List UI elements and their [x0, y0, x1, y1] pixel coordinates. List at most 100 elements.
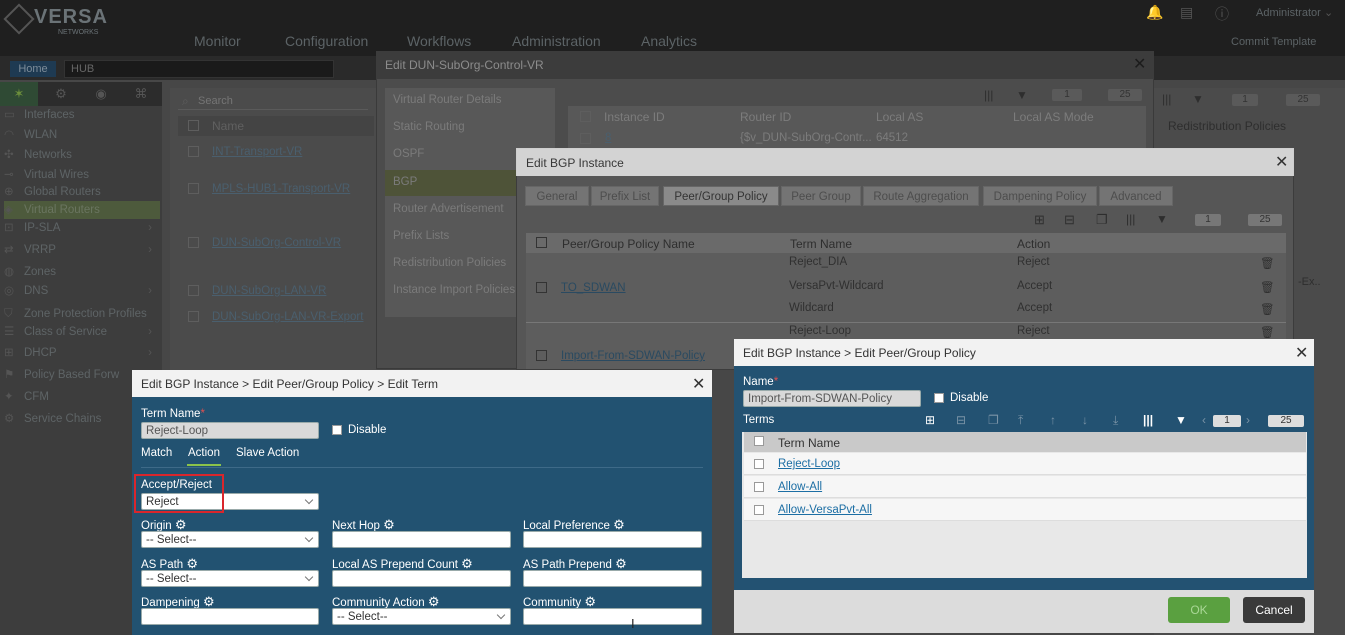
settings-tab-icon[interactable]: ⚙ — [42, 82, 80, 106]
vr-menu-router-advertisement[interactable]: Router Advertisement — [393, 203, 504, 215]
page-number[interactable]: 1 — [1195, 214, 1221, 226]
sidebar-item-ip-sla[interactable]: ⊡ IP-SLA › — [4, 219, 160, 237]
dampening-input[interactable] — [141, 608, 319, 625]
page-size[interactable]: 25 — [1286, 94, 1320, 106]
vr-menu-details[interactable]: Virtual Router Details — [393, 94, 501, 106]
gear-icon[interactable]: ⚙ — [615, 556, 627, 571]
row-checkbox[interactable] — [754, 505, 764, 515]
sidebar-item-virtual-wires[interactable]: ⊸ Virtual Wires — [4, 166, 160, 184]
tab-match[interactable]: Match — [141, 447, 172, 459]
row-checkbox[interactable] — [754, 482, 764, 492]
tab-general[interactable]: General — [525, 186, 589, 206]
select-all-checkbox[interactable] — [580, 111, 591, 122]
sidebar-item-zone-protection[interactable]: ⛉ Zone Protection Profiles — [4, 305, 160, 323]
tab-peer-group[interactable]: Peer Group — [781, 186, 861, 206]
org-select[interactable]: HUB — [64, 60, 334, 78]
objects-tab-icon[interactable]: ◉ — [82, 82, 120, 106]
tab-peer-group-policy[interactable]: Peer/Group Policy — [663, 186, 779, 206]
sidebar-item-global-routers[interactable]: ⊕ Global Routers — [4, 183, 160, 201]
row-checkbox[interactable] — [188, 237, 199, 248]
local-as-prepend-input[interactable] — [332, 570, 511, 587]
gear-icon[interactable]: ⚙ — [584, 594, 596, 609]
move-bottom-icon[interactable]: ⤓ — [1113, 413, 1118, 428]
move-top-icon[interactable]: ⤒ — [1018, 413, 1023, 428]
select-all-checkbox[interactable] — [536, 237, 547, 248]
local-pref-input[interactable] — [523, 531, 702, 548]
nav-analytics[interactable]: Analytics — [641, 33, 697, 49]
gear-icon[interactable]: ⚙ — [428, 594, 440, 609]
tab-dampening-policy[interactable]: Dampening Policy — [983, 186, 1097, 206]
delete-icon[interactable]: 🗑 — [1260, 302, 1275, 316]
policy-link[interactable]: Import-From-SDWAN-Policy — [561, 350, 705, 362]
gear-icon[interactable]: ⚙ — [186, 556, 198, 571]
tab-prefix-list[interactable]: Prefix List — [591, 186, 659, 206]
list-item[interactable]: DUN-SubOrg-Control-VR — [212, 237, 341, 249]
vr-menu-prefix-lists[interactable]: Prefix Lists — [393, 230, 449, 242]
row-checkbox[interactable] — [188, 311, 199, 322]
clone-icon[interactable]: ❐ — [1096, 212, 1108, 228]
list-item[interactable]: INT-Transport-VR — [212, 146, 302, 158]
row-checkbox[interactable] — [580, 133, 591, 144]
sidebar-item-virtual-routers[interactable]: ◈ Virtual Routers — [4, 201, 160, 219]
columns-icon[interactable]: ||| — [1126, 212, 1135, 226]
prev-page-icon[interactable]: ‹ — [1202, 413, 1206, 427]
sidebar-item-interfaces[interactable]: ▭ Interfaces — [4, 106, 160, 124]
instance-id-link[interactable]: 8 — [605, 132, 611, 144]
filter-icon[interactable]: ▼ — [1175, 413, 1187, 427]
home-button[interactable]: Home — [10, 61, 56, 77]
term-link-reject-loop[interactable]: Reject-Loop — [778, 458, 840, 470]
page-size[interactable]: 25 — [1268, 415, 1304, 427]
move-up-icon[interactable]: ↑ — [1050, 413, 1056, 427]
tab-action[interactable]: Action — [188, 447, 220, 459]
list-item[interactable]: DUN-SubOrg-LAN-VR — [212, 285, 326, 297]
columns-icon[interactable]: ||| — [984, 88, 993, 102]
select-all-checkbox[interactable] — [754, 436, 764, 446]
nav-configuration[interactable]: Configuration — [285, 33, 368, 49]
page-number[interactable]: 1 — [1052, 89, 1082, 101]
sidebar-item-class-of-service[interactable]: ☰ Class of Service › — [4, 323, 160, 341]
page-number[interactable]: 1 — [1213, 415, 1241, 427]
vr-menu-redistribution[interactable]: Redistribution Policies — [393, 257, 506, 269]
page-size[interactable]: 25 — [1108, 89, 1142, 101]
term-link-allow-all[interactable]: Allow-All — [778, 481, 822, 493]
sidebar-item-vrrp[interactable]: ⇄ VRRP › — [4, 241, 160, 259]
list-item[interactable]: DUN-SubOrg-LAN-VR-Export — [212, 311, 363, 323]
row-checkbox[interactable] — [188, 146, 199, 157]
gear-icon[interactable]: ⚙ — [383, 517, 395, 532]
alarm-bell-icon[interactable]: 🔔 — [1146, 4, 1163, 21]
vr-menu-static-routing[interactable]: Static Routing — [393, 121, 465, 133]
vr-menu-ospf[interactable]: OSPF — [393, 148, 424, 160]
origin-select[interactable]: -- Select-- — [141, 531, 319, 548]
chevron-down-icon[interactable]: ⌄ — [1324, 6, 1333, 19]
sidebar-item-dhcp[interactable]: ⊞ DHCP › — [4, 344, 160, 362]
row-checkbox[interactable] — [188, 285, 199, 296]
tab-advanced[interactable]: Advanced — [1099, 186, 1173, 206]
close-icon[interactable]: ✕ — [1295, 346, 1308, 362]
gear-icon[interactable]: ⚙ — [461, 556, 473, 571]
sidebar-item-dns[interactable]: ◎ DNS › — [4, 282, 160, 300]
vr-menu-bgp[interactable]: BGP — [393, 176, 417, 188]
select-all-checkbox[interactable] — [188, 120, 199, 131]
columns-icon[interactable]: ||| — [1162, 92, 1171, 106]
gear-icon[interactable]: ⚙ — [175, 517, 187, 532]
remove-icon[interactable]: ⊟ — [956, 413, 966, 427]
filter-icon[interactable]: ▼ — [1156, 212, 1168, 226]
close-icon[interactable]: ✕ — [1275, 155, 1288, 171]
user-menu[interactable]: Administrator — [1256, 7, 1321, 19]
search-input[interactable] — [178, 92, 368, 110]
nav-workflows[interactable]: Workflows — [407, 33, 471, 49]
close-icon[interactable]: ✕ — [1133, 57, 1146, 73]
remove-icon[interactable]: ⊟ — [1064, 212, 1075, 228]
page-number[interactable]: 1 — [1232, 94, 1258, 106]
next-page-icon[interactable]: › — [1246, 413, 1250, 427]
list-item[interactable]: MPLS-HUB1-Transport-VR — [212, 183, 350, 195]
nav-administration[interactable]: Administration — [512, 33, 601, 49]
next-hop-input[interactable] — [332, 531, 511, 548]
tab-route-aggregation[interactable]: Route Aggregation — [863, 186, 979, 206]
sidebar-item-networks[interactable]: ✣ Networks — [4, 146, 160, 164]
filter-icon[interactable]: ▼ — [1192, 92, 1204, 106]
term-name-input[interactable]: Reject-Loop — [141, 422, 319, 439]
ok-button[interactable]: OK — [1168, 597, 1230, 623]
policy-link[interactable]: TO_SDWAN — [561, 282, 626, 294]
nav-monitor[interactable]: Monitor — [194, 33, 241, 49]
